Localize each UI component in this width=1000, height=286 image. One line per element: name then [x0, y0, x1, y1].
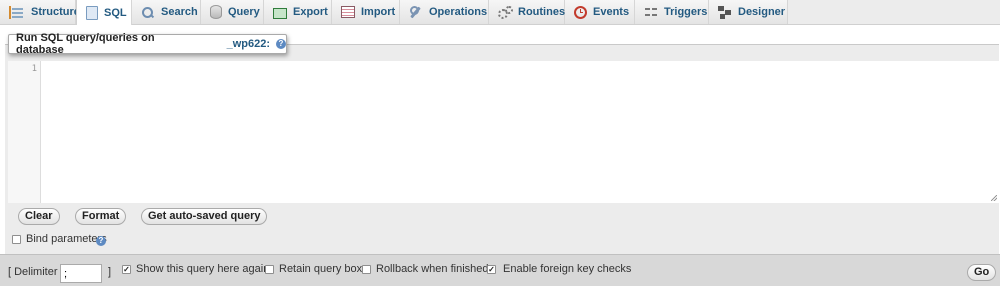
- tab-label: Import: [361, 6, 396, 18]
- query-options-bar: [ Delimiter ] Show this query here again…: [0, 254, 1000, 286]
- sql-editor[interactable]: 1: [8, 61, 999, 203]
- operations-icon: [409, 5, 423, 19]
- database-name-link[interactable]: _wp622:: [227, 38, 270, 50]
- bind-parameters-label[interactable]: Bind parameters: [26, 233, 107, 245]
- show-query-again-label[interactable]: Show this query here again: [136, 263, 269, 275]
- tab-bar: Structure SQL Search Query Export Import…: [0, 0, 1000, 25]
- sql-panel-legend: Run SQL query/queries on database _wp622…: [8, 32, 287, 56]
- routines-icon: [498, 5, 513, 19]
- go-button[interactable]: Go: [967, 264, 997, 281]
- help-icon[interactable]: ?: [276, 39, 286, 49]
- foreign-key-checks-label[interactable]: Enable foreign key checks: [503, 263, 631, 275]
- delimiter-close-bracket: ]: [108, 266, 112, 278]
- triggers-icon: [644, 5, 658, 19]
- line-number: 1: [31, 64, 37, 74]
- tab-query[interactable]: Query: [201, 0, 264, 24]
- foreign-key-checks-checkbox[interactable]: [487, 265, 496, 274]
- rollback-checkbox[interactable]: [362, 265, 371, 274]
- tab-import[interactable]: Import: [332, 0, 400, 24]
- tab-label: Operations: [429, 6, 488, 18]
- resize-grip-icon[interactable]: [991, 195, 997, 201]
- import-icon: [341, 6, 355, 18]
- tab-label: Query: [228, 6, 260, 18]
- tab-label: Routines: [518, 6, 566, 18]
- delimiter-input[interactable]: [60, 264, 102, 283]
- tab-structure[interactable]: Structure: [0, 0, 80, 24]
- tab-label: SQL: [104, 6, 127, 19]
- tab-designer[interactable]: Designer: [709, 0, 788, 24]
- sql-icon: [86, 5, 98, 20]
- retain-query-box-label[interactable]: Retain query box: [279, 263, 362, 275]
- retain-query-box-checkbox[interactable]: [265, 265, 274, 274]
- legend-text: Run SQL query/queries on database: [16, 32, 155, 56]
- tab-label: Search: [161, 6, 198, 18]
- tab-operations[interactable]: Operations: [400, 0, 489, 24]
- tab-events[interactable]: Events: [565, 0, 635, 24]
- search-icon: [141, 6, 155, 19]
- tab-label: Designer: [738, 6, 786, 18]
- tab-search[interactable]: Search: [132, 0, 201, 24]
- tab-label: Structure: [31, 6, 80, 18]
- rollback-label[interactable]: Rollback when finished: [376, 263, 489, 275]
- query-icon: [210, 5, 222, 19]
- structure-icon: [9, 5, 25, 19]
- bind-parameters-checkbox[interactable]: [12, 235, 21, 244]
- editor-text-area[interactable]: [46, 63, 989, 193]
- format-button[interactable]: Format: [75, 208, 127, 225]
- tab-label: Events: [593, 6, 630, 18]
- tab-label: Export: [293, 6, 328, 18]
- line-number-gutter: 1: [8, 61, 41, 203]
- tab-triggers[interactable]: Triggers: [635, 0, 709, 24]
- designer-icon: [718, 5, 732, 19]
- get-auto-saved-query-button[interactable]: Get auto-saved query: [141, 208, 268, 225]
- tab-routines[interactable]: Routines: [489, 0, 565, 24]
- clear-button[interactable]: Clear: [18, 208, 60, 225]
- export-icon: [273, 7, 287, 19]
- show-query-again-checkbox[interactable]: [122, 265, 131, 274]
- tab-export[interactable]: Export: [264, 0, 332, 24]
- tab-label: Triggers: [664, 6, 708, 18]
- help-icon[interactable]: ?: [96, 236, 106, 246]
- delimiter-label: [ Delimiter: [8, 266, 58, 278]
- tab-sql[interactable]: SQL: [76, 0, 132, 25]
- events-icon: [574, 5, 587, 19]
